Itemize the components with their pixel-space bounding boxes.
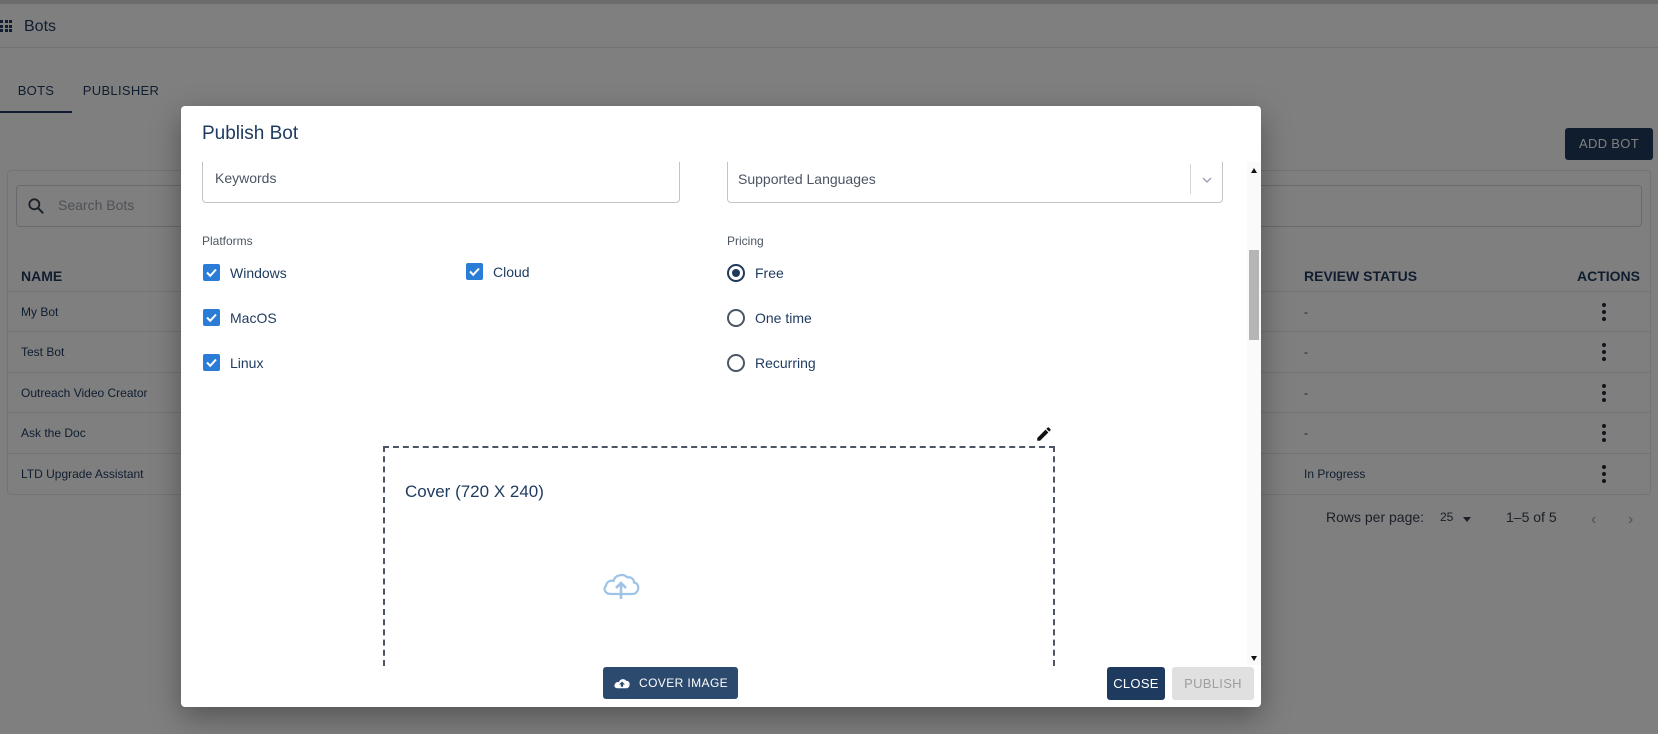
dialog-title: Publish Bot (202, 123, 299, 144)
cloud-upload-icon (603, 573, 640, 599)
macos-label: MacOS (230, 310, 277, 326)
cover-image-button[interactable]: COVER IMAGE (603, 667, 738, 699)
cloud-checkbox[interactable] (466, 263, 483, 280)
pricing-label: Pricing (727, 234, 764, 248)
supported-languages-placeholder: Supported Languages (738, 171, 876, 187)
select-divider (1190, 164, 1191, 194)
macos-checkbox[interactable] (203, 309, 220, 326)
windows-label: Windows (230, 265, 287, 281)
recurring-label: Recurring (755, 355, 816, 371)
cover-image-button-label: COVER IMAGE (639, 676, 729, 690)
one-time-label: One time (755, 310, 812, 326)
free-label: Free (755, 265, 784, 281)
linux-checkbox[interactable] (203, 354, 220, 371)
chevron-down-icon[interactable] (1200, 173, 1214, 187)
check-icon (206, 313, 217, 323)
scroll-down-icon[interactable] (1251, 656, 1257, 661)
linux-label: Linux (230, 355, 264, 371)
upload-icon (614, 679, 630, 689)
keywords-placeholder: Keywords (215, 170, 277, 186)
one-time-radio[interactable] (727, 309, 745, 327)
publish-button[interactable]: PUBLISH (1172, 667, 1254, 700)
windows-checkbox[interactable] (203, 264, 220, 281)
check-icon (206, 358, 217, 368)
platforms-label: Platforms (202, 234, 253, 248)
free-radio[interactable] (727, 264, 745, 282)
close-button[interactable]: CLOSE (1107, 667, 1165, 700)
recurring-radio[interactable] (727, 354, 745, 372)
publish-bot-dialog: Publish Bot Keywords Supported Languages… (181, 106, 1261, 707)
scroll-up-icon[interactable] (1251, 168, 1257, 173)
cloud-label: Cloud (493, 264, 530, 280)
cover-dropzone[interactable] (383, 446, 1055, 666)
dialog-scrollbar[interactable] (1247, 162, 1261, 665)
check-icon (206, 268, 217, 278)
edit-pencil-icon[interactable] (1035, 425, 1053, 443)
scrollbar-thumb[interactable] (1249, 250, 1259, 340)
check-icon (469, 267, 480, 277)
cover-label: Cover (720 X 240) (405, 482, 544, 501)
